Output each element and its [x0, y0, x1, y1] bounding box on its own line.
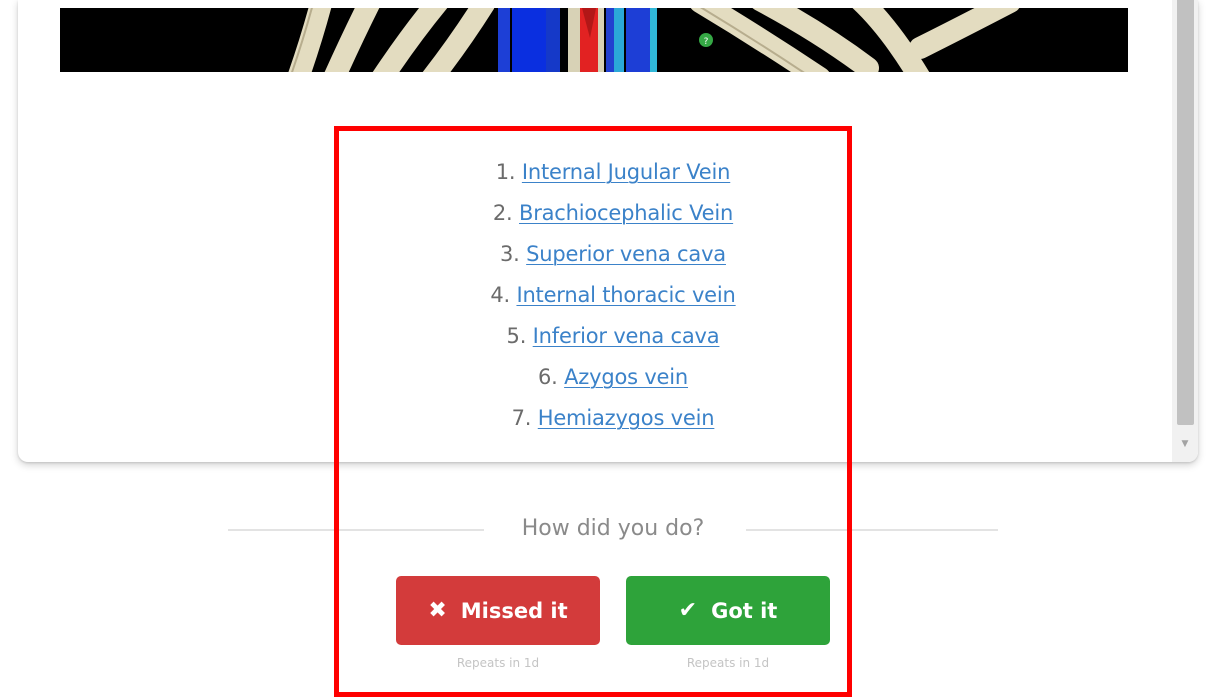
missed-repeat-interval: Repeats in 1d [456, 656, 540, 670]
got-repeat-interval: Repeats in 1d [686, 656, 770, 670]
structure-link[interactable]: Azygos vein [564, 365, 688, 389]
structure-link[interactable]: Internal thoracic vein [516, 283, 735, 307]
list-item-number: 7. [511, 406, 532, 430]
list-item: 6. Azygos vein [358, 357, 868, 398]
list-item: 5. Inferior vena cava [358, 316, 868, 357]
list-item-number: 2. [492, 201, 513, 225]
list-item-number: 1. [495, 160, 516, 184]
review-prompt: How did you do? [521, 516, 705, 541]
missed-it-label: Missed it [460, 598, 568, 623]
list-item: 1. Internal Jugular Vein [358, 152, 868, 193]
check-icon: ✔ [678, 597, 698, 623]
svg-text:?: ? [704, 37, 709, 47]
list-item: 3. Superior vena cava [358, 234, 868, 275]
got-it-label: Got it [711, 598, 778, 623]
scrollbar-thumb[interactable] [1177, 0, 1194, 425]
flashcard-review-page: ? 1. Internal Jugular Vein 2. Brachiocep… [0, 0, 1228, 699]
card-scrollbar[interactable]: ▼ [1172, 0, 1198, 462]
x-icon: ✖ [428, 597, 447, 623]
list-item: 7. Hemiazygos vein [358, 398, 868, 439]
scroll-down-arrow-icon[interactable]: ▼ [1172, 436, 1198, 452]
structure-link[interactable]: Superior vena cava [526, 242, 726, 266]
list-item: 4. Internal thoracic vein [358, 275, 868, 316]
structure-link[interactable]: Brachiocephalic Vein [519, 201, 733, 225]
list-item-number: 6. [537, 365, 558, 389]
anatomy-3d-image: ? [60, 8, 1128, 72]
list-item-number: 5. [506, 324, 527, 348]
list-item: 2. Brachiocephalic Vein [358, 193, 868, 234]
structure-link[interactable]: Hemiazygos vein [538, 406, 715, 430]
missed-it-button[interactable]: ✖ Missed it [396, 576, 600, 645]
structure-link[interactable]: Inferior vena cava [533, 324, 720, 348]
list-item-number: 4. [490, 283, 510, 307]
structure-list: 1. Internal Jugular Vein 2. Brachiocepha… [358, 152, 868, 439]
got-it-button[interactable]: ✔ Got it [626, 576, 830, 645]
flashcard-answer-card: ? 1. Internal Jugular Vein 2. Brachiocep… [18, 0, 1198, 462]
review-prompt-divider: How did you do? [228, 509, 998, 549]
structure-link[interactable]: Internal Jugular Vein [522, 160, 731, 184]
list-item-number: 3. [500, 242, 520, 266]
